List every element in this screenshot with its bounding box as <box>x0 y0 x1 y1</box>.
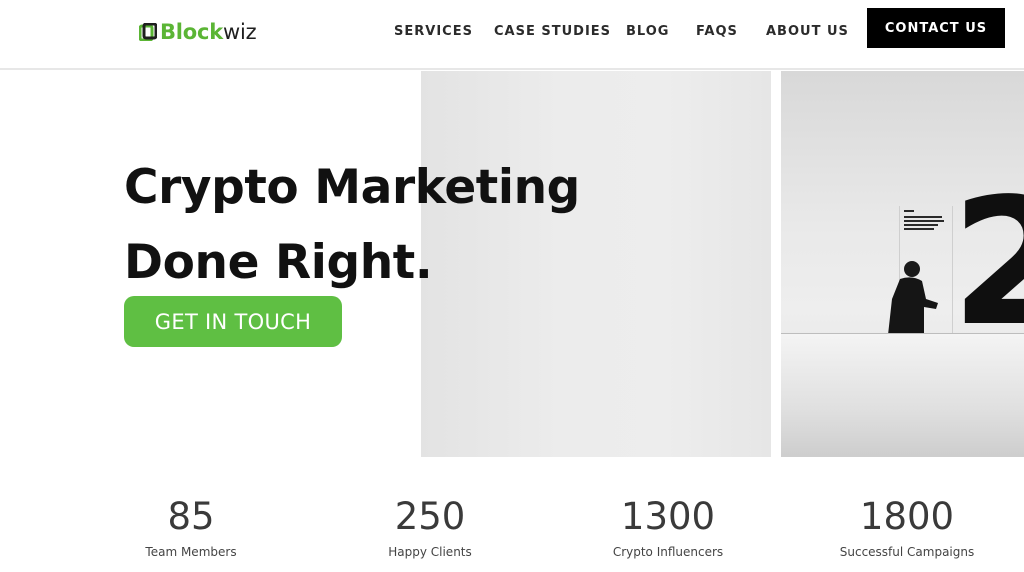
stat-value: 250 <box>394 495 466 538</box>
nav-case-studies[interactable]: CASE STUDIES <box>494 24 611 40</box>
hero-title: Crypto Marketing Done Right. <box>124 150 604 300</box>
logo[interactable]: Blockwiz <box>139 20 257 44</box>
site-header: Blockwiz SERVICES CASE STUDIES BLOG FAQS… <box>0 0 1024 70</box>
logo-text-wiz: wiz <box>223 20 257 44</box>
stat-crypto-influencers: 1300 Crypto Influencers <box>568 495 768 560</box>
stat-successful-campaigns: 1800 Successful Campaigns <box>807 495 1007 560</box>
nav-about-us[interactable]: ABOUT US <box>766 24 849 40</box>
contact-us-button[interactable]: CONTACT US <box>867 8 1005 48</box>
logo-text-block: Block <box>160 20 224 44</box>
stat-label: Team Members <box>145 545 237 559</box>
stat-team-members: 85 Team Members <box>91 495 291 560</box>
stat-label: Crypto Influencers <box>612 545 724 559</box>
stat-label: Successful Campaigns <box>839 545 975 559</box>
stat-happy-clients: 250 Happy Clients <box>330 495 530 560</box>
hero-title-line2: Done Right. <box>124 235 433 290</box>
hero-title-line1: Crypto Marketing <box>124 160 580 215</box>
get-in-touch-button[interactable]: GET IN TOUCH <box>124 296 342 347</box>
nav-services[interactable]: SERVICES <box>394 24 473 40</box>
hero-image-gallery: 2 <box>781 71 1024 457</box>
logo-text: Blockwiz <box>160 20 257 44</box>
nav-blog[interactable]: BLOG <box>626 24 669 40</box>
blockwiz-logo-icon <box>139 23 157 41</box>
gallery-ledge <box>781 333 1024 457</box>
stat-value: 1800 <box>859 495 955 538</box>
stat-value: 85 <box>167 495 215 538</box>
person-silhouette-icon <box>888 261 938 335</box>
gallery-numeral: 2 <box>951 162 1024 365</box>
stat-label: Happy Clients <box>388 545 472 559</box>
nav-faqs[interactable]: FAQS <box>696 24 738 40</box>
stat-value: 1300 <box>620 495 716 538</box>
